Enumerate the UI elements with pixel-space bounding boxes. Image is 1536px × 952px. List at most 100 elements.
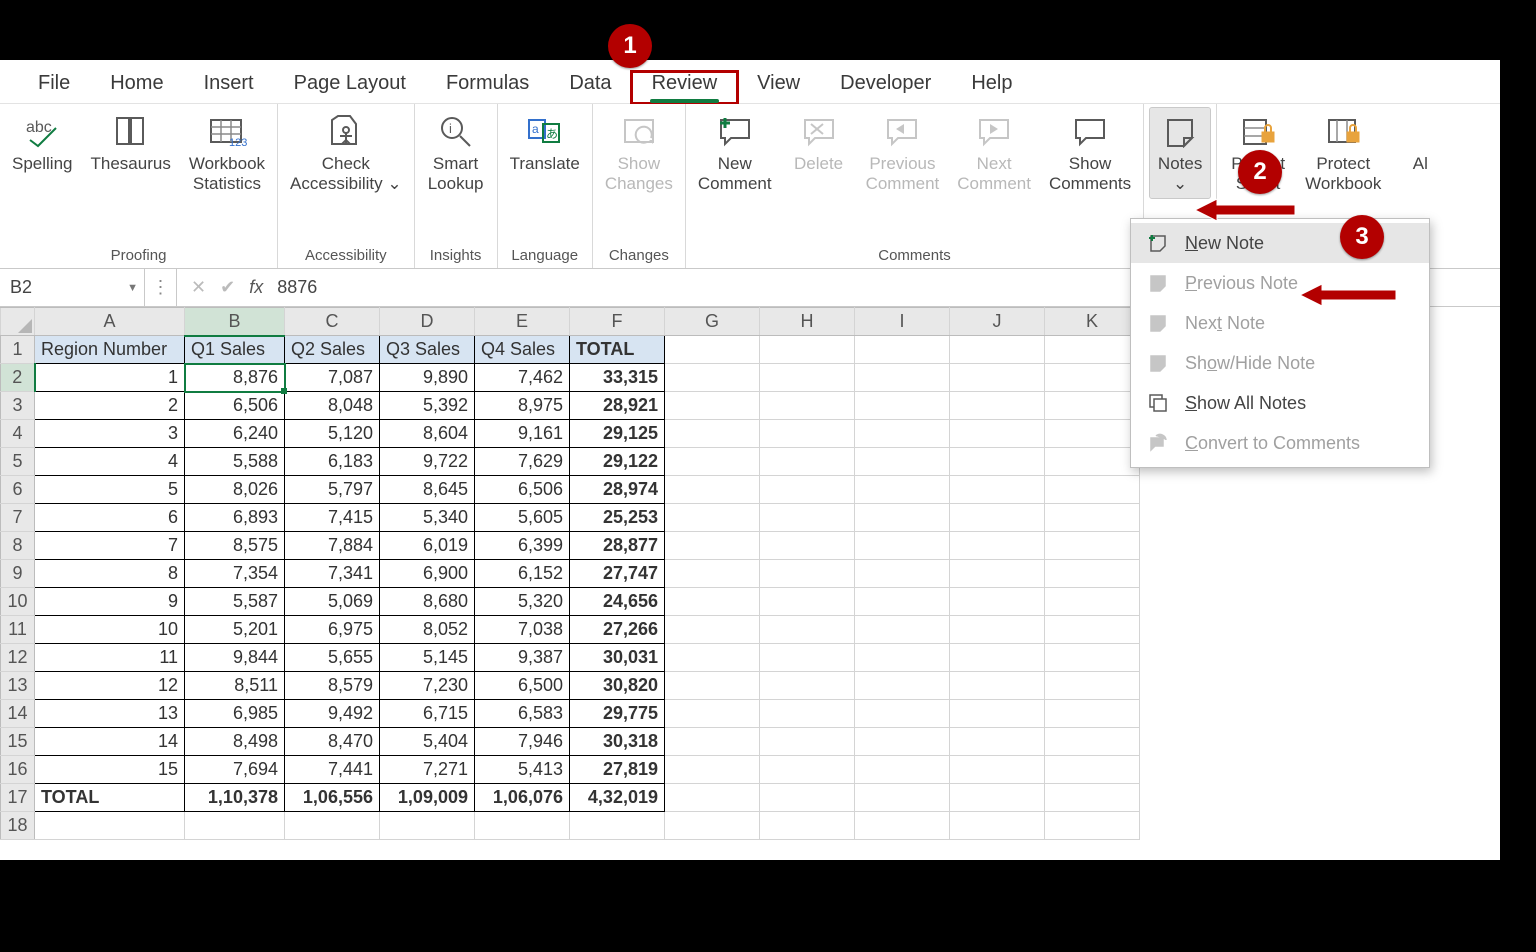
cell-B5[interactable]: 5,588 [185, 448, 285, 476]
notes-dropdown-button[interactable]: Notes ⌄ [1150, 108, 1210, 198]
cell-C11[interactable]: 6,975 [285, 616, 380, 644]
cell-E6[interactable]: 6,506 [475, 476, 570, 504]
cell-B1[interactable]: Q1 Sales [185, 336, 285, 364]
cell-F16[interactable]: 27,819 [570, 756, 665, 784]
tab-help[interactable]: Help [951, 72, 1032, 103]
cell-I13[interactable] [855, 672, 950, 700]
cell-I8[interactable] [855, 532, 950, 560]
spelling-button[interactable]: abc Spelling [6, 108, 79, 178]
row-header-12[interactable]: 12 [1, 644, 35, 672]
cell-D18[interactable] [380, 812, 475, 840]
cell-H10[interactable] [760, 588, 855, 616]
col-header-B[interactable]: B [185, 308, 285, 336]
row-header-15[interactable]: 15 [1, 728, 35, 756]
cell-A5[interactable]: 4 [35, 448, 185, 476]
row-header-7[interactable]: 7 [1, 504, 35, 532]
cell-F10[interactable]: 24,656 [570, 588, 665, 616]
cell-G18[interactable] [665, 812, 760, 840]
formula-value[interactable]: 8876 [277, 277, 317, 298]
cell-D11[interactable]: 8,052 [380, 616, 475, 644]
cell-C17[interactable]: 1,06,556 [285, 784, 380, 812]
cell-C1[interactable]: Q2 Sales [285, 336, 380, 364]
cell-G2[interactable] [665, 364, 760, 392]
cell-D5[interactable]: 9,722 [380, 448, 475, 476]
cell-F6[interactable]: 28,974 [570, 476, 665, 504]
cell-F14[interactable]: 29,775 [570, 700, 665, 728]
cell-B10[interactable]: 5,587 [185, 588, 285, 616]
cell-E5[interactable]: 7,629 [475, 448, 570, 476]
cell-K13[interactable] [1045, 672, 1140, 700]
cell-F17[interactable]: 4,32,019 [570, 784, 665, 812]
col-header-H[interactable]: H [760, 308, 855, 336]
cell-E7[interactable]: 5,605 [475, 504, 570, 532]
cell-B16[interactable]: 7,694 [185, 756, 285, 784]
cell-J17[interactable] [950, 784, 1045, 812]
cell-H7[interactable] [760, 504, 855, 532]
cell-J7[interactable] [950, 504, 1045, 532]
cell-C5[interactable]: 6,183 [285, 448, 380, 476]
cell-K2[interactable] [1045, 364, 1140, 392]
cell-G17[interactable] [665, 784, 760, 812]
cell-E18[interactable] [475, 812, 570, 840]
col-header-J[interactable]: J [950, 308, 1045, 336]
cell-B2[interactable]: 8,876 [185, 364, 285, 392]
cell-D4[interactable]: 8,604 [380, 420, 475, 448]
cell-A12[interactable]: 11 [35, 644, 185, 672]
cell-J16[interactable] [950, 756, 1045, 784]
cell-C10[interactable]: 5,069 [285, 588, 380, 616]
cell-C12[interactable]: 5,655 [285, 644, 380, 672]
row-header-4[interactable]: 4 [1, 420, 35, 448]
cell-J12[interactable] [950, 644, 1045, 672]
cell-J11[interactable] [950, 616, 1045, 644]
cell-D12[interactable]: 5,145 [380, 644, 475, 672]
show-comments-button[interactable]: Show Comments [1043, 108, 1137, 198]
cell-H12[interactable] [760, 644, 855, 672]
cell-K14[interactable] [1045, 700, 1140, 728]
cell-J14[interactable] [950, 700, 1045, 728]
cell-A17[interactable]: TOTAL [35, 784, 185, 812]
select-all-corner[interactable] [1, 308, 35, 336]
cell-K4[interactable] [1045, 420, 1140, 448]
col-header-D[interactable]: D [380, 308, 475, 336]
cell-J5[interactable] [950, 448, 1045, 476]
tab-review[interactable]: Review [632, 72, 738, 103]
cell-I15[interactable] [855, 728, 950, 756]
new-comment-button[interactable]: New Comment [692, 108, 778, 198]
tab-formulas[interactable]: Formulas [426, 72, 549, 103]
cell-E12[interactable]: 9,387 [475, 644, 570, 672]
cell-B18[interactable] [185, 812, 285, 840]
cell-D15[interactable]: 5,404 [380, 728, 475, 756]
cell-C13[interactable]: 8,579 [285, 672, 380, 700]
tab-page-layout[interactable]: Page Layout [274, 72, 426, 103]
smart-lookup-button[interactable]: i Smart Lookup [421, 108, 491, 198]
cell-I17[interactable] [855, 784, 950, 812]
cell-B7[interactable]: 6,893 [185, 504, 285, 532]
fx-icon[interactable]: fx [249, 277, 263, 298]
cell-C3[interactable]: 8,048 [285, 392, 380, 420]
allow-edit-button[interactable]: Al [1393, 108, 1447, 178]
row-header-18[interactable]: 18 [1, 812, 35, 840]
cell-J13[interactable] [950, 672, 1045, 700]
cell-F5[interactable]: 29,122 [570, 448, 665, 476]
cell-F4[interactable]: 29,125 [570, 420, 665, 448]
protect-workbook-button[interactable]: Protect Workbook [1299, 108, 1387, 198]
col-header-C[interactable]: C [285, 308, 380, 336]
cell-A11[interactable]: 10 [35, 616, 185, 644]
cell-H3[interactable] [760, 392, 855, 420]
tab-view[interactable]: View [737, 72, 820, 103]
cell-B13[interactable]: 8,511 [185, 672, 285, 700]
cell-K17[interactable] [1045, 784, 1140, 812]
cell-D1[interactable]: Q3 Sales [380, 336, 475, 364]
cell-B14[interactable]: 6,985 [185, 700, 285, 728]
cell-J18[interactable] [950, 812, 1045, 840]
cell-D17[interactable]: 1,09,009 [380, 784, 475, 812]
cell-I4[interactable] [855, 420, 950, 448]
tab-file[interactable]: File [18, 72, 90, 103]
cell-E15[interactable]: 7,946 [475, 728, 570, 756]
cell-C7[interactable]: 7,415 [285, 504, 380, 532]
cell-E9[interactable]: 6,152 [475, 560, 570, 588]
cell-E3[interactable]: 8,975 [475, 392, 570, 420]
name-box[interactable]: B2 ▼ [0, 269, 145, 306]
cell-A15[interactable]: 14 [35, 728, 185, 756]
row-header-9[interactable]: 9 [1, 560, 35, 588]
